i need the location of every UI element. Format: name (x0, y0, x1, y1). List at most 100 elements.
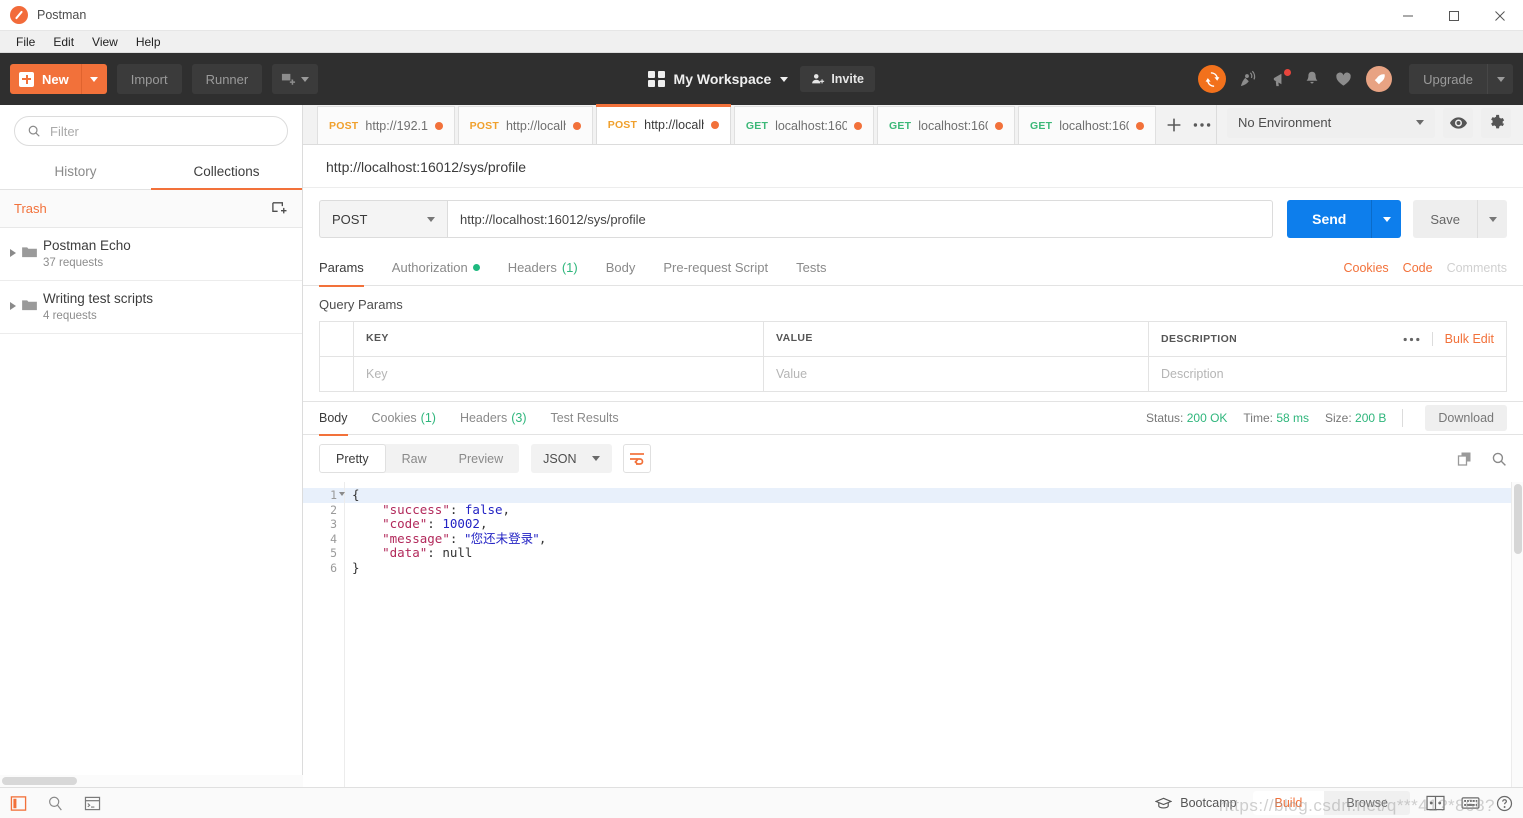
code-token: "code" (382, 516, 428, 531)
list-item[interactable]: Postman Echo 37 requests (0, 228, 302, 281)
view-mode-preview[interactable]: Preview (443, 444, 519, 473)
comments-link[interactable]: Comments (1447, 261, 1507, 275)
megaphone-icon[interactable] (1271, 68, 1292, 89)
bulk-edit-link[interactable]: Bulk Edit (1445, 332, 1494, 346)
bootcamp-button[interactable]: Bootcamp (1155, 796, 1237, 810)
gear-icon[interactable] (1481, 107, 1512, 138)
download-button[interactable]: Download (1425, 405, 1507, 431)
main-toolbar: New Import Runner My Workspace Invite Up… (0, 53, 1523, 105)
help-icon[interactable] (1496, 795, 1513, 812)
response-tab-body[interactable]: Body (319, 401, 348, 436)
word-wrap-icon[interactable] (623, 444, 652, 473)
new-button[interactable]: New (10, 64, 81, 94)
copy-icon[interactable] (1457, 451, 1473, 467)
menu-item-help[interactable]: Help (128, 32, 169, 52)
find-icon[interactable] (47, 795, 64, 812)
sidebar-tab-history[interactable]: History (0, 154, 151, 189)
tab-headers-label: Headers (507, 260, 557, 275)
method-select[interactable]: POST (319, 200, 447, 238)
chevron-right-icon[interactable] (10, 249, 16, 257)
tab-body[interactable]: Body (606, 250, 636, 286)
heart-icon[interactable] (1334, 70, 1353, 89)
satellite-icon[interactable] (1239, 70, 1258, 89)
request-tab[interactable]: GET localhost:16012 (1018, 106, 1156, 144)
response-body-actions (1457, 451, 1507, 467)
keyboard-icon[interactable] (1461, 796, 1480, 810)
code-link[interactable]: Code (1403, 261, 1433, 275)
search-icon[interactable] (1491, 451, 1507, 467)
maximize-icon[interactable] (1431, 0, 1477, 31)
response-format-select[interactable]: JSON (531, 444, 613, 473)
menu-item-file[interactable]: File (8, 32, 43, 52)
invite-button[interactable]: Invite (800, 66, 875, 92)
request-tab[interactable]: GET localhost:16011. (733, 106, 875, 144)
environment-selector[interactable]: No Environment (1227, 107, 1436, 138)
workspace-selector[interactable]: My Workspace (648, 70, 789, 88)
add-request-tab-button[interactable] (1159, 106, 1188, 144)
browse-tab[interactable]: Browse (1324, 791, 1410, 815)
cookies-link[interactable]: Cookies (1344, 261, 1389, 275)
view-mode-raw[interactable]: Raw (386, 444, 443, 473)
upgrade-button[interactable]: Upgrade (1409, 64, 1487, 94)
list-item[interactable]: Writing test scripts 4 requests (0, 281, 302, 334)
trash-link[interactable]: Trash (14, 201, 47, 216)
code-token: "message" (382, 530, 450, 546)
response-tab-test-results[interactable]: Test Results (550, 401, 618, 435)
menu-item-view[interactable]: View (84, 32, 126, 52)
code-lines[interactable]: { "success": false, "code": 10002, "mess… (345, 482, 1523, 787)
request-tab[interactable]: POST http://localhos (457, 106, 593, 144)
build-tab[interactable]: Build (1252, 791, 1325, 815)
rocket-icon[interactable] (1366, 66, 1393, 92)
sidebar-toggle-icon[interactable] (10, 795, 27, 812)
send-dropdown-button[interactable] (1371, 200, 1402, 238)
eye-icon[interactable] (1443, 107, 1474, 138)
save-button[interactable]: Save (1413, 200, 1477, 238)
close-icon[interactable] (1477, 0, 1523, 31)
tab-tests[interactable]: Tests (796, 250, 826, 286)
send-button[interactable]: Send (1287, 200, 1372, 238)
request-tab-active[interactable]: POST http://localhos (595, 104, 732, 144)
minimize-icon[interactable] (1385, 0, 1431, 31)
save-dropdown-button[interactable] (1477, 200, 1507, 238)
response-body-code[interactable]: 1 2 3 4 5 6 { "success": false, "code": … (303, 482, 1523, 787)
scrollbar-thumb[interactable] (2, 777, 77, 785)
scrollbar-thumb[interactable] (1514, 484, 1522, 554)
response-scrollbar[interactable] (1511, 482, 1523, 787)
url-input[interactable]: http://localhost:16012/sys/profile (447, 200, 1274, 238)
row-checkbox-cell[interactable] (320, 357, 354, 391)
select-all-cell[interactable] (320, 322, 354, 356)
param-value-input[interactable]: Value (764, 357, 1149, 391)
request-tab[interactable]: POST http://192.168. (317, 106, 455, 144)
two-pane-icon[interactable] (1426, 795, 1445, 811)
tab-authorization[interactable]: Authorization (392, 250, 480, 286)
tab-headers[interactable]: Headers (1) (508, 250, 578, 286)
sidebar-tab-collections[interactable]: Collections (151, 154, 302, 190)
new-window-icon (282, 73, 296, 85)
search-input[interactable]: Filter (14, 116, 288, 146)
sync-icon[interactable] (1198, 65, 1227, 93)
chevron-right-icon[interactable] (10, 302, 16, 310)
view-mode-pretty[interactable]: Pretty (319, 444, 386, 473)
response-tab-cookies[interactable]: Cookies (1) (372, 401, 436, 435)
runner-button[interactable]: Runner (191, 64, 263, 94)
trash-row: Trash (0, 190, 302, 228)
request-tab[interactable]: GET localhost:16012 (877, 106, 1015, 144)
param-description-input[interactable]: Description (1149, 357, 1506, 391)
sidebar-horizontal-scrollbar[interactable] (0, 775, 303, 787)
response-tab-headers[interactable]: Headers (3) (460, 401, 527, 435)
bell-icon[interactable] (1303, 70, 1321, 88)
console-icon[interactable] (84, 796, 101, 811)
upgrade-dropdown-button[interactable] (1487, 64, 1513, 94)
request-tabs-more-button[interactable] (1188, 106, 1216, 144)
new-dropdown-button[interactable] (80, 64, 107, 94)
tab-params[interactable]: Params (319, 250, 364, 287)
param-key-input[interactable]: Key (354, 357, 764, 391)
new-window-button[interactable] (272, 64, 319, 94)
code-token: , (479, 516, 488, 531)
table-more-button[interactable] (1403, 337, 1420, 342)
menu-item-edit[interactable]: Edit (45, 32, 82, 52)
new-collection-icon[interactable] (271, 200, 288, 217)
tab-pre-request-script[interactable]: Pre-request Script (663, 250, 768, 286)
import-button[interactable]: Import (116, 64, 182, 94)
request-tab-strip: POST http://192.168. POST http://localho… (303, 104, 1523, 145)
